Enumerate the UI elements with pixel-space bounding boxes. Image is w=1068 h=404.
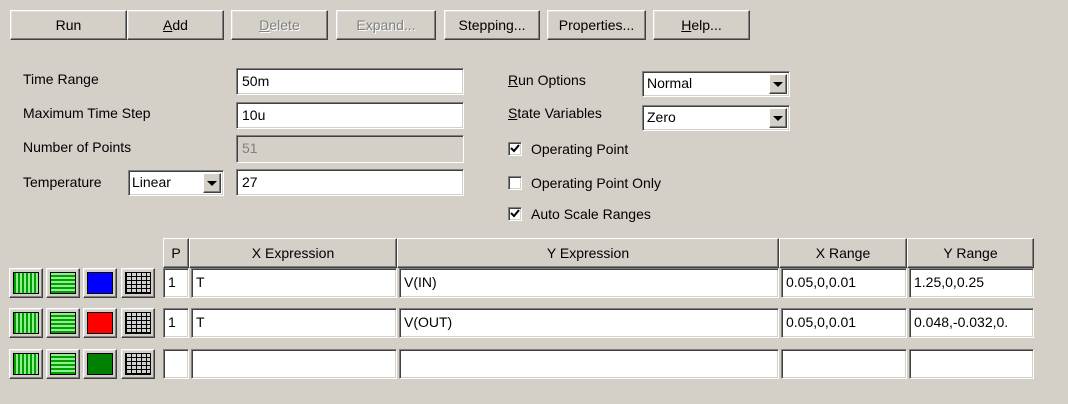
color-swatch-icon[interactable] [83,268,117,298]
operating-point-label: Operating Point [531,141,629,157]
x-range-cell[interactable]: 0.05,0,0.01 [781,268,907,298]
operating-point-checkbox[interactable] [508,142,522,156]
state-variables-dropdown-arrow-icon[interactable] [769,108,787,128]
column-header-x-range[interactable]: X Range [779,238,907,268]
temperature-mode-value: Linear [132,174,171,190]
auto-scale-ranges-label: Auto Scale Ranges [531,206,651,222]
temperature-dropdown-arrow-icon[interactable] [203,173,221,193]
x-expression-cell[interactable]: T [191,308,397,338]
stepping-button-label: Stepping... [458,17,526,33]
run-options-dropdown-arrow-icon[interactable] [769,74,787,94]
y-range-cell[interactable]: 1.25,0,0.25 [909,268,1034,298]
properties-button[interactable]: Properties... [547,10,646,40]
x-expression-cell[interactable] [191,349,397,379]
point-style-icon[interactable] [46,308,80,338]
x-expression-cell[interactable]: T [191,268,397,298]
help-button[interactable]: Help... [653,10,750,40]
y-range-cell[interactable]: 0.048,-0.032,0. [909,308,1034,338]
state-variables-label: State Variables [508,105,602,121]
auto-scale-ranges-checkbox[interactable] [508,207,522,221]
stepping-button[interactable]: Stepping... [444,10,540,40]
color-swatch-icon[interactable] [83,308,117,338]
y-expression-cell[interactable]: V(OUT) [399,308,779,338]
state-variables-value: Zero [647,109,676,125]
grid-style-icon[interactable] [121,308,155,338]
x-range-cell[interactable] [781,349,907,379]
delete-button[interactable]: Delete [231,10,328,40]
color-swatch [87,353,113,375]
color-swatch [87,312,113,334]
column-header-p[interactable]: P [163,238,189,268]
y-expression-cell[interactable]: V(IN) [399,268,779,298]
run-options-select[interactable]: Normal [642,71,790,97]
point-style-icon[interactable] [46,268,80,298]
x-range-cell[interactable]: 0.05,0,0.01 [781,308,907,338]
help-button-label: Help... [681,17,722,33]
point-style-icon[interactable] [46,349,80,379]
max-time-step-label: Maximum Time Step [23,105,151,121]
time-range-field[interactable]: 50m [236,68,464,95]
line-style-icon[interactable] [9,349,43,379]
check-icon [510,144,520,153]
y-expression-cell[interactable] [399,349,779,379]
run-button[interactable]: Run [10,10,127,40]
num-points-field: 51 [236,135,464,163]
p-cell[interactable] [163,349,189,379]
num-points-label: Number of Points [23,139,132,155]
grid-style-icon[interactable] [121,349,155,379]
p-cell[interactable]: 1 [163,268,189,298]
add-button[interactable]: Add [127,10,224,40]
line-style-icon[interactable] [9,308,43,338]
temperature-field[interactable]: 27 [236,169,464,196]
temperature-label: Temperature [23,174,102,190]
column-header-x-expression[interactable]: X Expression [189,238,397,268]
run-options-value: Normal [647,75,693,91]
grid-style-icon[interactable] [121,268,155,298]
check-icon [510,209,520,218]
expand-button[interactable]: Expand... [336,10,436,40]
add-button-label: Add [163,17,188,33]
color-swatch [87,272,113,294]
color-swatch-icon[interactable] [83,349,117,379]
delete-button-label: Delete [259,17,300,33]
p-cell[interactable]: 1 [163,308,189,338]
run-options-label: Run Options [508,72,586,88]
operating-point-only-checkbox[interactable] [508,176,522,190]
column-header-y-range[interactable]: Y Range [907,238,1034,268]
operating-point-only-label: Operating Point Only [531,175,661,191]
column-header-y-expression[interactable]: Y Expression [397,238,779,268]
max-time-step-field[interactable]: 10u [236,102,464,129]
time-range-label: Time Range [23,71,99,87]
line-style-icon[interactable] [9,268,43,298]
run-button-label: Run [55,17,82,33]
y-range-cell[interactable] [909,349,1034,379]
expand-button-label: Expand... [356,17,416,33]
state-variables-select[interactable]: Zero [642,105,790,131]
properties-button-label: Properties... [558,17,635,33]
